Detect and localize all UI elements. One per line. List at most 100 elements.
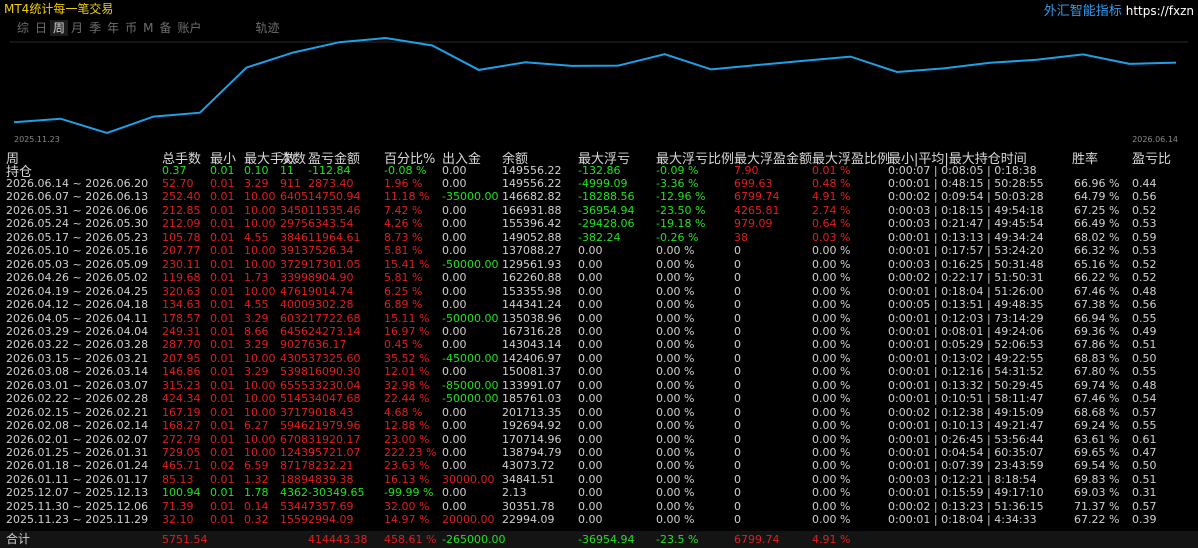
table-row[interactable]: 2026.04.05 ~ 2026.04.11 178.57 0.01 3.29 603… xyxy=(0,312,1198,325)
cell-pl-ratio: 0.48 xyxy=(1132,284,1157,298)
cell-max-floating-loss-pct: -12.96 % xyxy=(656,190,706,204)
cell-total-lots: 249.31 xyxy=(162,324,201,338)
cell-total-lots: 287.70 xyxy=(162,338,201,352)
cell-max-floating-loss-pct: -0.26 % xyxy=(656,230,699,244)
table-row[interactable]: 2026.06.14 ~ 2026.06.20 52.70 0.01 3.29 911 2… xyxy=(0,177,1198,190)
cell-max-floating-profit: 0 xyxy=(734,513,741,527)
cell-pl-ratio: 0.55 xyxy=(1132,311,1157,325)
cell-total-lots: 729.05 xyxy=(162,446,201,459)
table-row[interactable]: 2026.04.12 ~ 2026.04.18 134.63 0.01 4.55 400… xyxy=(0,298,1198,311)
brand[interactable]: 外汇智能指标 https://fxzn xyxy=(1044,0,1194,19)
table-row[interactable]: 2026.03.22 ~ 2026.03.28 287.70 0.01 3.29 902… xyxy=(0,338,1198,351)
brand-url[interactable]: https://fxzn xyxy=(1126,4,1194,18)
table-row[interactable]: 2026.04.19 ~ 2026.04.25 320.63 0.01 10.00 47… xyxy=(0,285,1198,298)
cell-max-lot: 10.00 xyxy=(244,405,276,419)
cell-min-lot: 0.01 xyxy=(210,177,235,190)
cell-max-floating-loss: 0.00 xyxy=(578,419,603,433)
table-row[interactable]: 2025.11.30 ~ 2025.12.06 71.39 0.01 0.14 5344… xyxy=(0,500,1198,513)
table-row[interactable]: 2026.02.08 ~ 2026.02.14 168.27 0.01 6.27 594… xyxy=(0,419,1198,432)
table-row[interactable]: 2026.01.18 ~ 2026.01.24 465.71 0.02 6.59 871… xyxy=(0,459,1198,472)
cell-percent: -0.08 % xyxy=(384,164,427,177)
brand-name: 外汇智能指标 xyxy=(1043,4,1122,19)
cell-balance: 129561.93 xyxy=(502,257,562,271)
cell-min-lot: 0.01 xyxy=(210,446,235,459)
cell-max-floating-loss: 0.00 xyxy=(578,432,603,446)
cell-balance: 192694.92 xyxy=(502,419,562,433)
table-row[interactable]: 2026.05.10 ~ 2026.05.16 207.77 0.01 10.00 39… xyxy=(0,244,1198,257)
cell-hold-time: 0:00:01 | 0:18:04 | 51:26:00 xyxy=(888,284,1044,298)
cell-min-lot: 0.01 xyxy=(210,203,235,217)
cell-percent: 4.26 % xyxy=(384,217,423,231)
cell-win-rate: 69.03 % xyxy=(1074,486,1120,500)
cell-deposit: 30000.00 xyxy=(442,472,495,486)
cell-max-floating-profit: 0 xyxy=(734,284,741,298)
cell-profit: 8232.21 xyxy=(308,459,354,473)
cell-deposit: 0.00 xyxy=(442,365,467,379)
cell-deposit: 0.00 xyxy=(442,486,467,500)
cell-period: 2026.04.26 ~ 2026.05.02 xyxy=(6,271,149,285)
cell-max-floating-loss-pct: 0.00 % xyxy=(656,311,695,325)
cell-percent: 0.45 % xyxy=(384,338,423,352)
cell-deposit: -35000.00 xyxy=(442,190,499,204)
cell-hold-time: 0:00:03 | 0:21:47 | 49:45:54 xyxy=(888,217,1044,231)
table-row[interactable]: 2026.02.01 ~ 2026.02.07 272.79 0.01 10.00 67… xyxy=(0,433,1198,446)
cell-max-floating-profit: 0 xyxy=(734,365,741,379)
cell-percent: 12.88 % xyxy=(384,419,430,433)
cell-max-floating-profit-pct: 2.74 % xyxy=(812,203,851,217)
cell-balance: 170714.96 xyxy=(502,432,562,446)
table-row[interactable]: 2026.05.17 ~ 2026.05.23 105.78 0.01 4.55 384… xyxy=(0,231,1198,244)
cell-hold-time: 0:00:03 | 0:12:21 | 8:18:54 xyxy=(888,472,1037,486)
cell-deposit: 20000.00 xyxy=(442,513,495,527)
cell-max-floating-profit: 0 xyxy=(734,446,741,459)
cell-max-floating-loss-pct: 0.00 % xyxy=(656,513,695,527)
cell-max-floating-profit-pct: 0.00 % xyxy=(812,472,851,486)
cell-max-floating-profit-pct: 0.00 % xyxy=(812,513,851,527)
cell-percent: 16.13 % xyxy=(384,472,430,486)
table-row[interactable]: 2026.05.03 ~ 2026.05.09 230.11 0.01 10.00 37… xyxy=(0,258,1198,271)
cell-total-lots: 320.63 xyxy=(162,284,201,298)
table-row[interactable]: 2026.05.24 ~ 2026.05.30 212.09 0.01 10.00 29… xyxy=(0,217,1198,230)
table-row[interactable]: 2025.12.07 ~ 2025.12.13 100.94 0.01 1.78 436… xyxy=(0,486,1198,499)
table-row[interactable]: 2026.03.15 ~ 2026.03.21 207.95 0.01 10.00 43… xyxy=(0,352,1198,365)
totals-label: 合计 xyxy=(6,532,31,546)
cell-balance: 150081.37 xyxy=(502,365,562,379)
table-row[interactable]: 2026.04.26 ~ 2026.05.02 119.68 0.01 1.73 339… xyxy=(0,271,1198,284)
cell-profit: 11964.61 xyxy=(308,230,361,244)
cell-max-floating-loss-pct: 0.00 % xyxy=(656,378,695,392)
cell-max-floating-profit-pct: 0.00 % xyxy=(812,271,851,285)
cell-deposit: 0.00 xyxy=(442,203,467,217)
cell-hold-time: 0:00:01 | 0:13:32 | 50:29:45 xyxy=(888,378,1044,392)
cell-count: 6405 xyxy=(280,190,308,204)
table-row[interactable]: 2026.03.29 ~ 2026.04.04 249.31 0.01 8.66 645… xyxy=(0,325,1198,338)
cell-min-lot: 0.01 xyxy=(210,190,235,204)
cell-count: 6555 xyxy=(280,378,308,392)
cell-deposit: -50000.00 xyxy=(442,392,499,406)
cell-max-floating-profit-pct: 0.00 % xyxy=(812,378,851,392)
cell-pl-ratio: 0.53 xyxy=(1132,244,1157,258)
table-row[interactable]: 2026.01.25 ~ 2026.01.31 729.05 0.01 10.00 12… xyxy=(0,446,1198,459)
cell-profit: 6343.54 xyxy=(308,217,354,231)
cell-win-rate: 67.38 % xyxy=(1074,298,1120,312)
table-row[interactable]: 2026.02.15 ~ 2026.02.21 167.19 0.01 10.00 37… xyxy=(0,406,1198,419)
table-row[interactable]: 2025.11.23 ~ 2025.11.29 32.10 0.01 0.32 1559… xyxy=(0,513,1198,526)
cell-max-lot: 3.29 xyxy=(244,177,269,190)
cell-pl-ratio: 0.51 xyxy=(1132,338,1157,352)
table-row[interactable]: 2026.05.31 ~ 2026.06.06 212.85 0.01 10.00 34… xyxy=(0,204,1198,217)
cell-total-lots: 212.09 xyxy=(162,217,201,231)
cell-max-floating-loss-pct: -23.50 % xyxy=(656,203,706,217)
cell-max-floating-profit-pct: 0.00 % xyxy=(812,419,851,433)
table-row[interactable]: 2026.03.01 ~ 2026.03.07 315.23 0.01 10.00 65… xyxy=(0,379,1198,392)
cell-total-lots: 32.10 xyxy=(162,513,194,527)
table-row[interactable]: 2026.03.08 ~ 2026.03.14 146.86 0.01 3.29 539… xyxy=(0,365,1198,378)
cell-hold-time: 0:00:01 | 0:12:03 | 73:14:29 xyxy=(888,311,1044,325)
cell-deposit: -45000.00 xyxy=(442,351,499,365)
cell-count: 4362 xyxy=(280,486,308,500)
table-row[interactable]: 2026.06.07 ~ 2026.06.13 252.40 0.01 10.00 64… xyxy=(0,190,1198,203)
cell-max-floating-loss-pct: 0.00 % xyxy=(656,499,695,513)
cell-period: 2026.02.08 ~ 2026.02.14 xyxy=(6,419,149,433)
cell-profit: 24273.14 xyxy=(308,324,361,338)
cell-total-lots: 315.23 xyxy=(162,378,201,392)
cell-max-lot: 10.00 xyxy=(244,257,276,271)
table-row[interactable]: 2026.02.22 ~ 2026.02.28 424.34 0.01 10.00 51… xyxy=(0,392,1198,405)
table-row[interactable]: 2026.01.11 ~ 2026.01.17 85.13 0.01 1.32 1889… xyxy=(0,473,1198,486)
